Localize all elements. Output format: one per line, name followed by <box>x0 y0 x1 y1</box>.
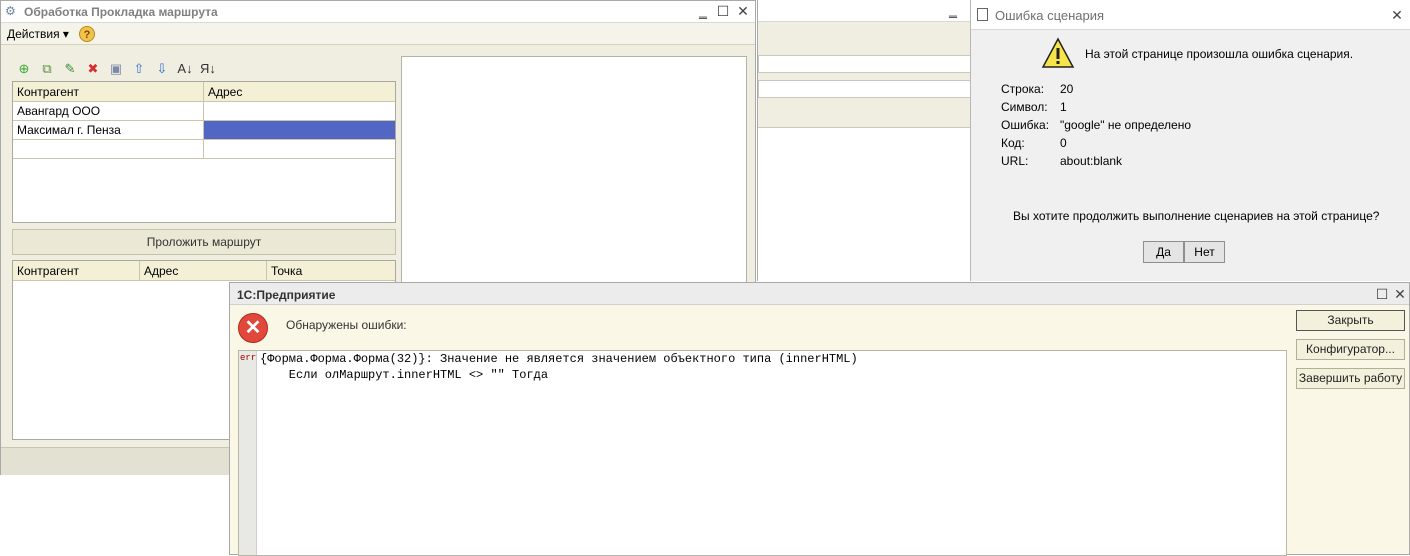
detail-label: Символ: <box>1001 100 1048 114</box>
cell-counterparty[interactable]: Авангард ООО <box>13 102 204 120</box>
column-header-address[interactable]: Адрес <box>140 261 267 281</box>
counterparty-table[interactable]: Контрагент Адрес Авангард ООО Максимал г… <box>12 81 396 223</box>
move-down-icon[interactable]: ⇩ <box>154 61 170 77</box>
cell-address[interactable] <box>204 140 395 158</box>
window-title: Обработка Прокладка маршрута <box>24 5 218 19</box>
move-up-icon[interactable]: ⇧ <box>131 61 147 77</box>
column-header-address[interactable]: Адрес <box>204 82 395 102</box>
cell-counterparty[interactable]: Максимал г. Пенза <box>13 121 204 139</box>
delete-icon[interactable]: ✖ <box>85 61 101 77</box>
content-panel <box>758 127 971 281</box>
maximize-icon[interactable]: ☐ <box>1374 286 1390 302</box>
no-button[interactable]: Нет <box>1184 241 1225 263</box>
close-icon[interactable]: ✕ <box>1389 7 1405 23</box>
input-field[interactable] <box>758 55 971 73</box>
save-icon[interactable]: ▣ <box>108 61 124 77</box>
close-icon[interactable]: ✕ <box>1392 286 1408 302</box>
close-icon[interactable]: ✕ <box>735 3 751 19</box>
copy-icon[interactable]: ⧉ <box>39 61 55 77</box>
column-header-counterparty[interactable]: Контрагент <box>13 261 140 281</box>
detail-label: Код: <box>1001 136 1025 150</box>
exit-button[interactable]: Завершить работу <box>1296 368 1405 389</box>
add-icon[interactable]: ⊕ <box>16 61 32 77</box>
title-bar: ‗ <box>758 0 971 22</box>
edit-icon[interactable]: ✎ <box>62 61 78 77</box>
table-header: Контрагент Адрес <box>13 82 395 102</box>
script-error-dialog: Ошибка сценария ✕ На этой странице произ… <box>970 0 1410 281</box>
build-route-button[interactable]: Проложить маршрут <box>12 229 396 255</box>
enterprise-error-window: 1С:Предприятие ☐ ✕ ✕ Обнаружены ошибки: … <box>229 282 1410 556</box>
detail-value: about:blank <box>1060 154 1123 168</box>
sort-desc-icon[interactable]: Я↓ <box>200 61 216 77</box>
table-header: Контрагент Адрес Точка <box>13 261 395 281</box>
cell-counterparty[interactable] <box>13 140 204 158</box>
error-line: Если олМаршрут.innerHTML <> "" Тогда <box>260 368 549 382</box>
page-icon <box>977 8 988 21</box>
title-bar: Ошибка сценария ✕ <box>971 0 1410 30</box>
maximize-icon[interactable]: ☐ <box>715 3 731 19</box>
map-html-field[interactable] <box>401 56 747 284</box>
warning-icon <box>1041 37 1075 68</box>
help-icon[interactable]: ? <box>79 26 95 42</box>
error-line: {Форма.Форма.Форма(32)}: Значение не явл… <box>260 352 858 366</box>
detail-value: 0 <box>1060 136 1067 150</box>
continue-question: Вы хотите продолжить выполнение сценарие… <box>1013 209 1380 223</box>
cell-address[interactable] <box>204 102 395 120</box>
detail-label: URL: <box>1001 154 1029 168</box>
background-window: ‗ <box>757 0 971 281</box>
detail-value: 1 <box>1060 100 1067 114</box>
cell-address-selected[interactable] <box>204 121 395 139</box>
error-details: Строка: 20 Символ: 1 Ошибка: "google" не… <box>971 82 1410 182</box>
error-message: На этой странице произошла ошибка сценар… <box>1085 47 1354 61</box>
window-title: 1С:Предприятие <box>237 288 336 302</box>
table-row[interactable]: Максимал г. Пенза <box>13 121 395 140</box>
minimize-icon[interactable]: ‗ <box>695 3 711 19</box>
detail-label: Строка: <box>1001 82 1045 96</box>
detail-value: 20 <box>1060 82 1074 96</box>
actions-menu[interactable]: Действия ▾ <box>7 27 69 41</box>
errors-found-label: Обнаружены ошибки: <box>286 318 407 332</box>
error-icon: ✕ <box>238 313 268 343</box>
line-gutter: err <box>239 351 257 555</box>
table-row[interactable]: Авангард ООО <box>13 102 395 121</box>
menu-bar: Действия ▾ ? <box>1 23 755 45</box>
detail-value: "google" не определено <box>1060 118 1192 132</box>
processing-icon: ⚙ <box>5 4 16 18</box>
configurator-button[interactable]: Конфигуратор... <box>1296 339 1405 360</box>
dialog-title: Ошибка сценария <box>995 8 1105 23</box>
yes-button[interactable]: Да <box>1143 241 1184 263</box>
detail-label: Ошибка: <box>1001 118 1050 132</box>
input-field[interactable] <box>758 80 971 98</box>
sort-asc-icon[interactable]: A↓ <box>177 61 193 77</box>
close-button[interactable]: Закрыть <box>1296 310 1405 331</box>
error-marker: err <box>240 353 257 363</box>
title-bar: ⚙ Обработка Прокладка маршрута ‗ ☐ ✕ <box>1 1 755 23</box>
error-text-area[interactable]: err {Форма.Форма.Форма(32)}: Значение не… <box>238 350 1287 556</box>
title-bar: 1С:Предприятие ☐ ✕ <box>230 283 1409 305</box>
table-row[interactable] <box>13 140 395 159</box>
column-header-point[interactable]: Точка <box>267 261 395 281</box>
column-header-counterparty[interactable]: Контрагент <box>13 82 204 102</box>
minimize-icon[interactable]: ‗ <box>945 2 961 18</box>
